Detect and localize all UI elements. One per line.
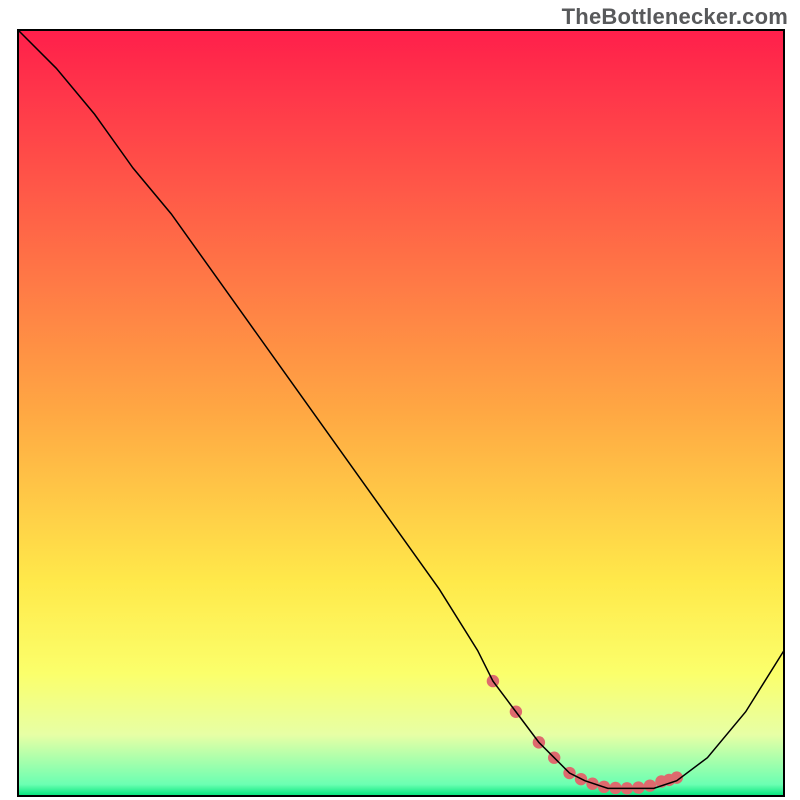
chart-frame: { "watermark": "TheBottlenecker.com", "c… (0, 0, 800, 800)
watermark-text: TheBottlenecker.com (562, 4, 788, 30)
optimal-dot (644, 779, 656, 791)
gradient-background (18, 30, 784, 796)
optimal-dot (632, 781, 644, 793)
bottleneck-chart (0, 0, 800, 800)
